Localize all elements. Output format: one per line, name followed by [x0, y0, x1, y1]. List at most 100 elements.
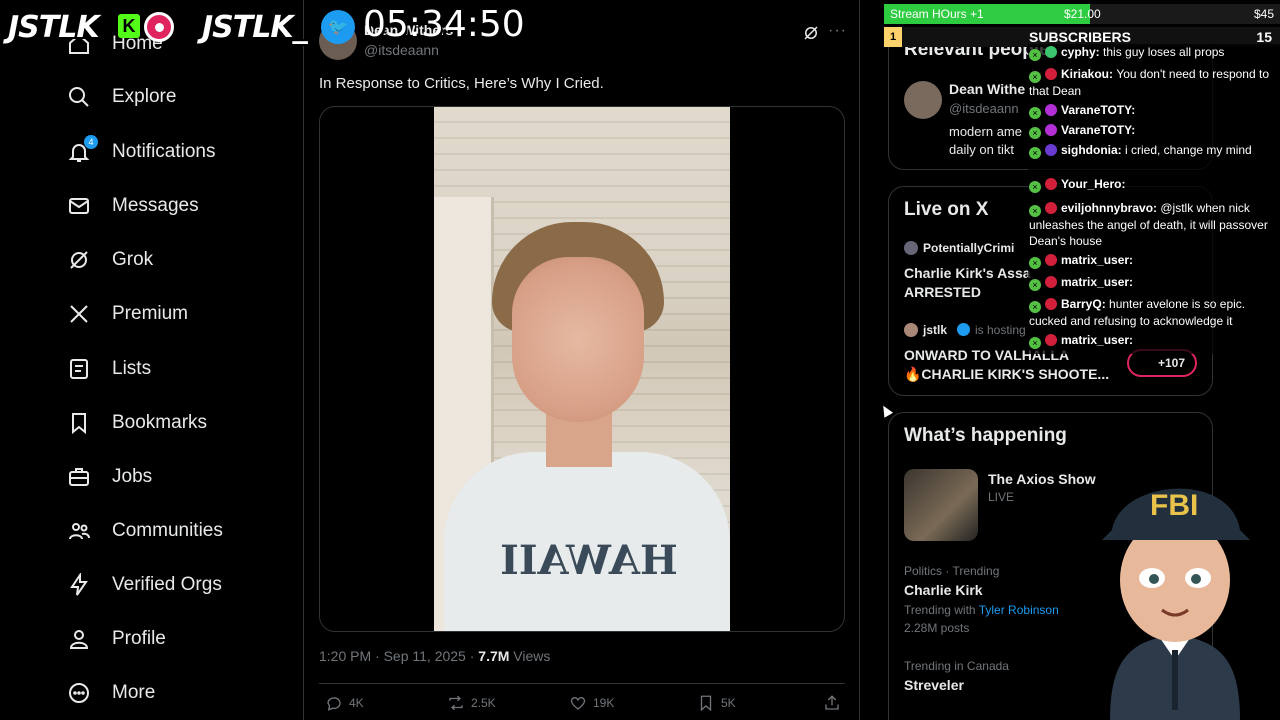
chat-username[interactable]: cyphy:: [1061, 45, 1103, 59]
live1-host[interactable]: PotentiallyCrimi: [923, 241, 1014, 255]
tweet-text: In Response to Critics, Here’s Why I Cri…: [319, 75, 604, 92]
nav-messages-label: Messages: [112, 195, 199, 216]
stream-amount-current: $21.00: [1064, 7, 1101, 21]
chat-badge-icon: ×: [1029, 257, 1041, 269]
subscribers-label: SUBSCRIBERS: [1029, 29, 1131, 45]
tweet-actions: 4K 2.5K 19K 5K: [319, 694, 845, 716]
chat-username[interactable]: eviljohnnybravo:: [1061, 201, 1160, 215]
nav-premium[interactable]: Premium: [66, 294, 188, 334]
share-button[interactable]: [823, 694, 841, 712]
verified-badge-icon: [957, 323, 970, 336]
chat-message: × matrix_user:: [1029, 332, 1279, 349]
live1-title-line1[interactable]: Charlie Kirk's Assa: [904, 265, 1031, 281]
subscribers-count: 15: [1256, 29, 1272, 45]
chat-message: × matrix_user:: [1029, 274, 1279, 291]
chat-username[interactable]: VaraneTOTY:: [1061, 103, 1135, 117]
chat-username[interactable]: matrix_user:: [1061, 275, 1133, 289]
bookmark-icon: [700, 695, 712, 712]
tweet-views-count: 7.7M: [478, 648, 510, 664]
chat-username[interactable]: matrix_user:: [1061, 253, 1133, 267]
trend2-with-label: Trending with Tyler Robinson: [904, 603, 1059, 617]
divider: [319, 683, 845, 684]
live2-host-avatar: [904, 323, 918, 337]
chat-badge-icon: ×: [1029, 181, 1041, 193]
nav-premium-label: Premium: [112, 303, 189, 324]
like-button[interactable]: 19K: [569, 694, 614, 712]
live1-title-line2[interactable]: ARRESTED: [904, 284, 981, 300]
chat-username[interactable]: Your_Hero:: [1061, 177, 1125, 191]
chat-user-badge-icon: [1045, 144, 1057, 156]
chat-username[interactable]: Kiriakou:: [1061, 67, 1116, 81]
trend-thumbnail[interactable]: [904, 469, 978, 541]
nav-grok[interactable]: Grok: [66, 240, 153, 280]
chat-badge-icon: ×: [1029, 279, 1041, 291]
bookmark-button[interactable]: 5K: [697, 694, 736, 712]
twitter-bird-icon: 🐦: [321, 10, 355, 44]
nav-profile[interactable]: Profile: [66, 619, 166, 659]
stream-hours-label: Stream HOurs +1: [890, 7, 984, 21]
nav-jobs-label: Jobs: [112, 466, 153, 487]
repost-icon: [449, 695, 463, 711]
grok-explain-icon[interactable]: [802, 24, 820, 42]
trend1-name[interactable]: The Axios Show: [988, 471, 1096, 487]
chat-badge-icon: ×: [1029, 301, 1041, 313]
share-icon: [825, 695, 839, 710]
nav-more[interactable]: More: [66, 673, 155, 713]
chat-text: this guy loses all props: [1103, 45, 1225, 59]
live2-title-line2[interactable]: 🔥CHARLIE KIRK'S SHOOTE...: [904, 366, 1109, 383]
trend2-link[interactable]: Tyler Robinson: [979, 603, 1059, 617]
bookmark-icon: [66, 410, 92, 436]
relevant-person-handle[interactable]: @itsdeaann: [949, 101, 1019, 116]
shirt-print: HAWAII: [500, 537, 678, 584]
video-face: [512, 257, 644, 422]
nav-bookmarks[interactable]: Bookmarks: [66, 403, 207, 443]
tweet-video[interactable]: HAWAII: [319, 106, 845, 632]
tweet-timestamp[interactable]: 1:20 PM · Sep 11, 2025 ·: [319, 648, 478, 664]
live2-hosting-text: is hosting: [975, 323, 1026, 337]
nav-notifications[interactable]: 4 Notifications: [66, 132, 216, 172]
video-frame[interactable]: HAWAII: [434, 107, 730, 631]
nav-more-label: More: [112, 682, 156, 703]
nav-explore[interactable]: Explore: [66, 77, 176, 117]
relevant-person-avatar[interactable]: [904, 81, 942, 119]
chat-message: × sighdonia: i cried, change my mind: [1029, 142, 1279, 159]
chat-message: × eviljohnnybravo: @jstlk when nick unlea…: [1029, 200, 1279, 249]
stream-chat: × cyphy: this guy loses all props × Kiriako…: [1028, 44, 1280, 354]
nav-explore-label: Explore: [112, 86, 177, 107]
bell-icon: 4: [66, 135, 98, 165]
chat-user-badge-icon: [1045, 276, 1057, 288]
reply-button[interactable]: 4K: [325, 694, 364, 712]
nav-lists[interactable]: Lists: [66, 349, 151, 389]
heart-icon: [570, 696, 586, 710]
chat-username[interactable]: matrix_user:: [1061, 333, 1133, 347]
nav-communities-label: Communities: [112, 520, 223, 541]
relevant-person-name[interactable]: Dean Withe: [949, 81, 1025, 97]
more-options-icon[interactable]: ···: [828, 22, 847, 40]
chat-user-badge-icon: [1045, 298, 1057, 310]
nav-communities[interactable]: Communities: [66, 511, 223, 551]
chat-message: × BarryQ: hunter avelone is so epic. cuck…: [1029, 296, 1279, 329]
trend3-name[interactable]: Streveler: [904, 677, 964, 693]
nav-verified-orgs[interactable]: Verified Orgs: [66, 565, 222, 605]
nav-messages[interactable]: Messages: [66, 186, 199, 226]
repost-button[interactable]: 2.5K: [447, 694, 496, 712]
list-icon: [66, 356, 92, 382]
nav-profile-label: Profile: [112, 628, 166, 649]
grok-icon: [66, 247, 92, 273]
chat-user-badge-icon: [1045, 46, 1057, 58]
chat-username[interactable]: VaraneTOTY:: [1061, 123, 1135, 137]
nav-grok-label: Grok: [112, 249, 154, 270]
chat-username[interactable]: BarryQ:: [1061, 297, 1109, 311]
trend2-name[interactable]: Charlie Kirk: [904, 582, 983, 598]
live2-host[interactable]: jstlk: [923, 323, 947, 337]
chat-badge-icon: ×: [1029, 337, 1041, 349]
nav-jobs[interactable]: Jobs: [66, 457, 152, 497]
chat-username[interactable]: sighdonia:: [1061, 143, 1125, 157]
tweet-detail: Dean Withers @itsdeaann ··· In Response …: [303, 0, 860, 720]
people-icon: [66, 518, 92, 544]
jstlk-logo: JSTLK: [8, 10, 100, 45]
briefcase-icon: [66, 464, 92, 490]
chat-user-badge-icon: [1045, 124, 1057, 136]
chat-message: × matrix_user:: [1029, 252, 1279, 269]
chat-badge-icon: ×: [1029, 205, 1041, 217]
